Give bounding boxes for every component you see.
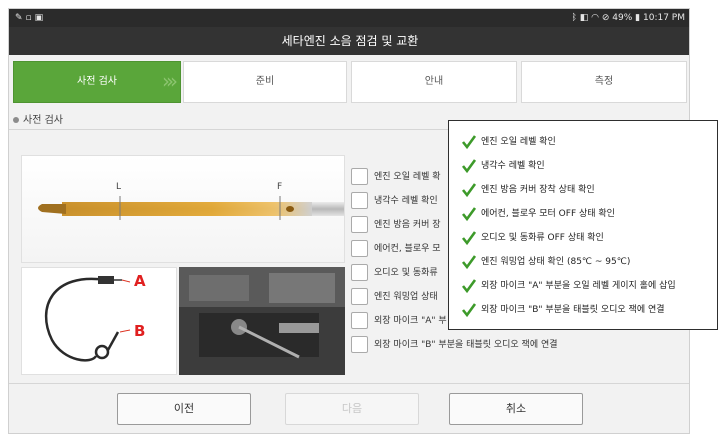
wrench-icon: ✎ <box>15 13 26 23</box>
block-icon: ⊘ <box>601 13 610 23</box>
checkmark-icon <box>461 158 477 173</box>
checklist-label: 외장 마이크 "A" 부 <box>374 316 447 326</box>
checkmark-icon <box>461 254 477 269</box>
callout-label: 엔진 방음 커버 장착 상태 확인 <box>481 185 595 195</box>
cancel-button[interactable]: 취소 <box>449 393 583 425</box>
callout-item[interactable]: 외장 마이크 "A" 부분을 오일 레벨 게이지 홀에 삽입 <box>461 275 676 297</box>
callout-item[interactable]: 에어컨, 블로우 모터 OFF 상태 확인 <box>461 203 615 225</box>
status-left-icons: ✎▫▣ <box>15 9 46 27</box>
checklist-item[interactable]: 엔진 방음 커버 장 <box>351 215 441 235</box>
checkmark-icon <box>461 302 477 317</box>
divider <box>9 383 689 384</box>
callout-item[interactable]: 외장 마이크 "B" 부분을 태블릿 오디오 잭에 연결 <box>461 299 665 321</box>
screenshot-icon: ▫ <box>25 13 35 23</box>
wifi-icon: ◠ <box>591 13 599 23</box>
callout-label: 엔진 워밍업 상태 확인 (85℃ ~ 95℃) <box>481 257 631 267</box>
prev-button[interactable]: 이전 <box>117 393 251 425</box>
checklist-label: 엔진 방음 커버 장 <box>374 220 441 230</box>
callout-label: 외장 마이크 "A" 부분을 오일 레벨 게이지 홀에 삽입 <box>481 281 676 291</box>
nfc-icon: ◧ <box>579 13 589 23</box>
checkmark-icon <box>461 134 477 149</box>
checklist-label: 엔진 오일 레벨 확 <box>374 172 441 182</box>
checklist-label: 엔진 워밍업 상태 <box>374 292 438 302</box>
checkbox[interactable] <box>351 264 368 281</box>
section-header: 사전 검사 <box>13 111 63 126</box>
checklist-label: 오디오 및 동화류 <box>374 268 438 278</box>
checklist-label: 에어컨, 블로우 모 <box>374 244 441 254</box>
callout-item[interactable]: 엔진 워밍업 상태 확인 (85℃ ~ 95℃) <box>461 251 630 273</box>
clock: 10:17 PM <box>643 13 685 23</box>
mic-label-b: B <box>134 322 146 340</box>
callout-item[interactable]: 엔진 오일 레벨 확인 <box>461 131 556 153</box>
checkbox[interactable] <box>351 312 368 329</box>
checklist-item[interactable]: 에어컨, 블로우 모 <box>351 239 441 259</box>
checkmark-icon <box>461 278 477 293</box>
callout-label: 에어컨, 블로우 모터 OFF 상태 확인 <box>481 209 615 219</box>
tab-label: 준비 <box>255 76 275 87</box>
dipstick-low-mark: L <box>116 182 122 192</box>
engine-bay-illustration <box>179 267 345 375</box>
gallery-icon: ▣ <box>34 13 47 23</box>
chevrons-icon: ››› <box>162 69 178 93</box>
dipstick-full-mark: F <box>277 182 283 192</box>
checklist-label: 냉각수 레벨 확인 <box>374 196 438 206</box>
callout-label: 냉각수 레벨 확인 <box>481 161 545 171</box>
microphone-cable-illustration <box>44 276 131 362</box>
checkmark-icon <box>461 230 477 245</box>
next-button[interactable]: 다음 <box>285 393 419 425</box>
callout-item[interactable]: 냉각수 레벨 확인 <box>461 155 545 177</box>
checklist-item[interactable]: 외장 마이크 "A" 부 <box>351 311 447 331</box>
checklist-item[interactable]: 외장 마이크 "B" 부분을 태블릿 오디오 잭에 연결 <box>351 335 558 355</box>
tab-pre-inspection[interactable]: 사전 검사 ››› <box>13 61 181 103</box>
tab-label: 측정 <box>594 76 614 87</box>
bluetooth-icon: ᛒ <box>571 13 577 23</box>
checkbox[interactable] <box>351 240 368 257</box>
engine-bay-image <box>179 267 345 375</box>
callout-item[interactable]: 오디오 및 동화류 OFF 상태 확인 <box>461 227 604 249</box>
checklist-item[interactable]: 냉각수 레벨 확인 <box>351 191 438 211</box>
checked-list-callout: 엔진 오일 레벨 확인 냉각수 레벨 확인 엔진 방음 커버 장착 상태 확인 … <box>448 120 718 330</box>
tab-guide[interactable]: 안내 <box>351 61 517 103</box>
checkmark-icon <box>461 182 477 197</box>
tab-label: 안내 <box>424 76 444 87</box>
battery-percent: 49% <box>612 13 633 23</box>
dipstick-illustration <box>38 196 344 220</box>
callout-item[interactable]: 엔진 방음 커버 장착 상태 확인 <box>461 179 595 201</box>
tab-prepare[interactable]: 준비 <box>183 61 347 103</box>
checkmark-icon <box>461 206 477 221</box>
microphone-image: A B <box>21 267 177 375</box>
callout-label: 엔진 오일 레벨 확인 <box>481 137 556 147</box>
checkbox[interactable] <box>351 216 368 233</box>
dipstick-image: L F <box>21 155 345 263</box>
checkbox[interactable] <box>351 288 368 305</box>
status-bar: ✎▫▣ ᛒ ◧ ◠ ⊘ 49% ▮ 10:17 PM <box>9 9 689 27</box>
checklist-item[interactable]: 엔진 오일 레벨 확 <box>351 167 441 187</box>
callout-label: 오디오 및 동화류 OFF 상태 확인 <box>481 233 604 243</box>
page-title: 세타엔진 소음 점검 및 교환 <box>9 27 689 55</box>
tab-measure[interactable]: 측정 <box>521 61 687 103</box>
step-tabs: 사전 검사 ››› 준비 안내 측정 <box>13 61 687 103</box>
checklist-label: 외장 마이크 "B" 부분을 태블릿 오디오 잭에 연결 <box>374 340 558 350</box>
checklist-item[interactable]: 오디오 및 동화류 <box>351 263 438 283</box>
status-right: ᛒ ◧ ◠ ⊘ 49% ▮ 10:17 PM <box>571 9 685 27</box>
checkbox[interactable] <box>351 336 368 353</box>
checkbox[interactable] <box>351 192 368 209</box>
battery-icon: ▮ <box>635 13 641 23</box>
section-title: 사전 검사 <box>23 115 63 126</box>
checklist-item[interactable]: 엔진 워밍업 상태 <box>351 287 438 307</box>
bullet-icon <box>13 117 19 123</box>
callout-label: 외장 마이크 "B" 부분을 태블릿 오디오 잭에 연결 <box>481 305 665 315</box>
mic-label-a: A <box>134 272 146 290</box>
checkbox[interactable] <box>351 168 368 185</box>
tab-label: 사전 검사 <box>77 76 117 87</box>
